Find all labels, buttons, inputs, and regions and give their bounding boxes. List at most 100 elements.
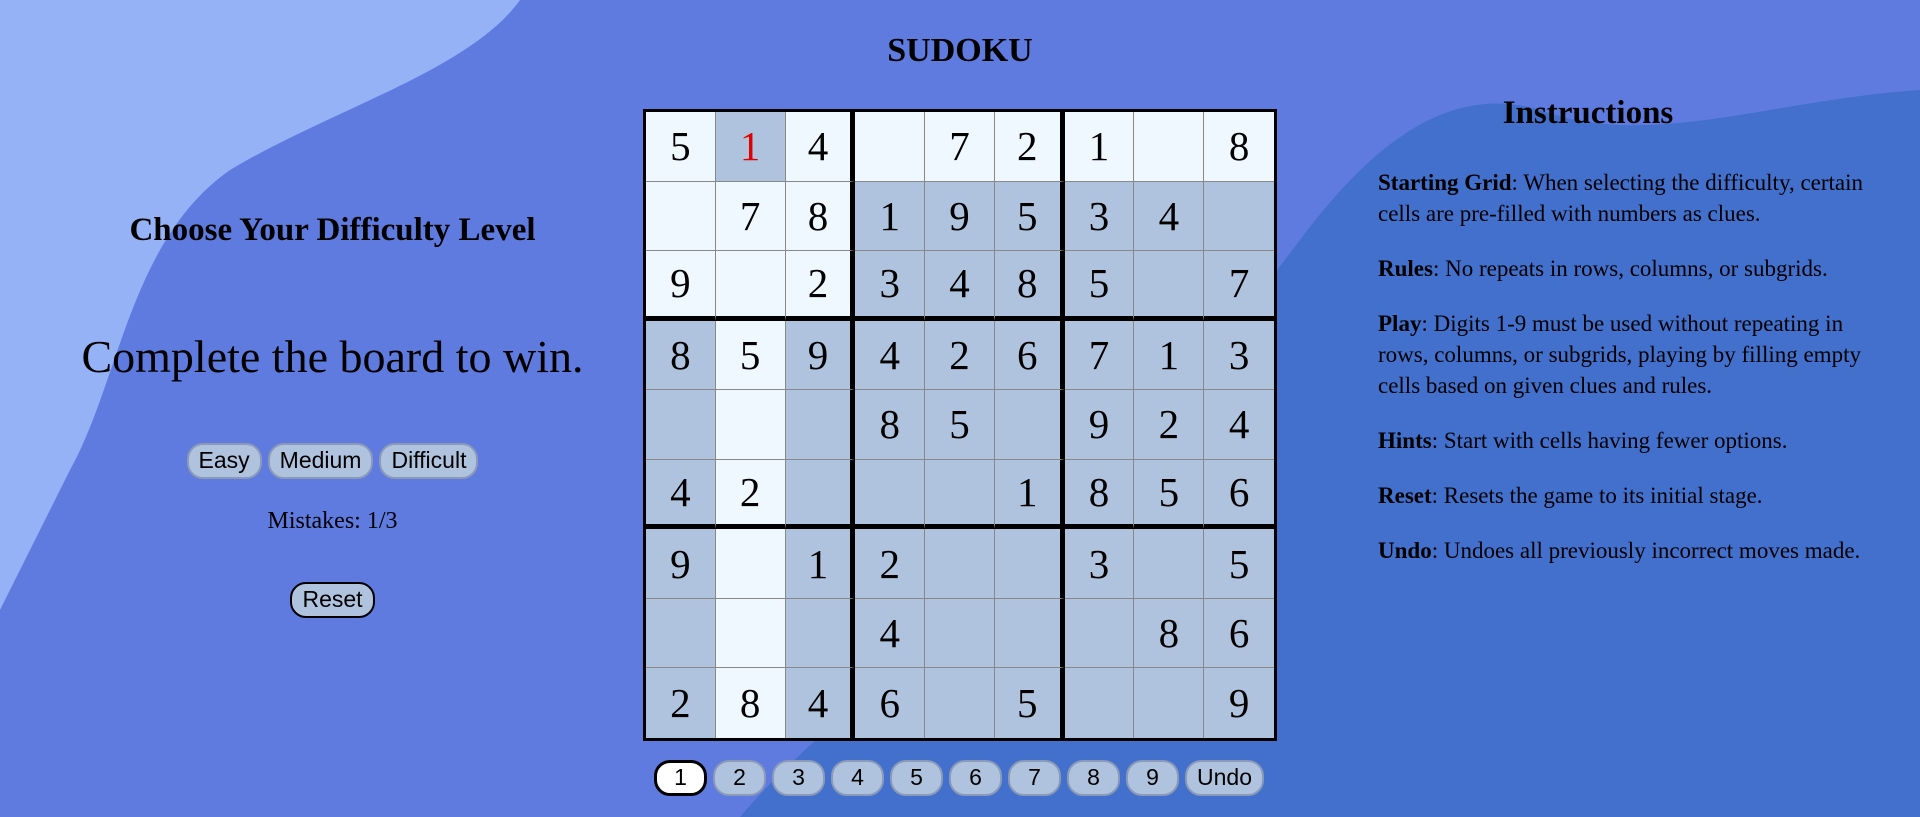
cell-r3c0[interactable]: 8 — [646, 320, 716, 391]
digit-3-button[interactable]: 3 — [772, 760, 825, 796]
cell-r2c3[interactable]: 3 — [855, 251, 926, 321]
cell-r7c6[interactable] — [1064, 598, 1135, 669]
cell-r6c6[interactable]: 3 — [1064, 529, 1135, 599]
cell-r8c4[interactable] — [925, 668, 995, 738]
cell-r1c0[interactable] — [646, 181, 716, 252]
cell-r4c1[interactable] — [715, 390, 786, 460]
cell-r3c4[interactable]: 2 — [925, 320, 995, 391]
instructions-panel: Instructions Starting Grid: When selecti… — [1378, 0, 1868, 817]
cell-r0c0[interactable]: 5 — [646, 112, 716, 182]
cell-r1c4[interactable]: 9 — [925, 181, 995, 252]
difficult-button[interactable]: Difficult — [379, 443, 479, 479]
cell-r3c1[interactable]: 5 — [715, 320, 786, 391]
cell-r7c1[interactable] — [715, 598, 786, 669]
cell-r3c3[interactable]: 4 — [855, 320, 926, 391]
cell-r6c0[interactable]: 9 — [646, 529, 716, 599]
cell-r7c5[interactable] — [994, 598, 1065, 669]
cell-r6c1[interactable] — [715, 529, 786, 599]
cell-r4c0[interactable] — [646, 390, 716, 460]
cell-r0c2[interactable]: 4 — [785, 112, 856, 182]
cell-r1c3[interactable]: 1 — [855, 181, 926, 252]
cell-r0c4[interactable]: 7 — [925, 112, 995, 182]
digit-7-button[interactable]: 7 — [1008, 760, 1061, 796]
cell-r7c4[interactable] — [925, 598, 995, 669]
medium-button[interactable]: Medium — [267, 443, 374, 479]
instructions-heading: Instructions — [1502, 95, 1674, 131]
cell-r0c7[interactable] — [1134, 112, 1205, 182]
cell-r4c7[interactable]: 2 — [1134, 390, 1205, 460]
cell-r6c8[interactable]: 5 — [1204, 529, 1274, 599]
cell-r3c2[interactable]: 9 — [785, 320, 856, 391]
reset-button[interactable]: Reset — [290, 582, 375, 618]
cell-r1c1[interactable]: 7 — [715, 181, 786, 252]
cell-r6c3[interactable]: 2 — [855, 529, 926, 599]
cell-r3c7[interactable]: 1 — [1134, 320, 1205, 391]
cell-r1c2[interactable]: 8 — [785, 181, 856, 252]
cell-r6c7[interactable] — [1134, 529, 1205, 599]
digit-1-button[interactable]: 1 — [654, 760, 707, 796]
cell-r5c4[interactable] — [925, 459, 995, 530]
cell-r5c2[interactable] — [785, 459, 856, 530]
cell-r2c1[interactable] — [715, 251, 786, 321]
cell-r0c3[interactable] — [855, 112, 926, 182]
cell-r4c6[interactable]: 9 — [1064, 390, 1135, 460]
easy-button[interactable]: Easy — [186, 443, 262, 479]
digit-4-button[interactable]: 4 — [831, 760, 884, 796]
instruction-hints: Hints: Start with cells having fewer opt… — [1378, 428, 1788, 453]
cell-r4c4[interactable]: 5 — [925, 390, 995, 460]
cell-r2c2[interactable]: 2 — [785, 251, 856, 321]
cell-r7c8[interactable]: 6 — [1204, 598, 1274, 669]
cell-r5c1[interactable]: 2 — [715, 459, 786, 530]
cell-r6c4[interactable] — [925, 529, 995, 599]
cell-r8c6[interactable] — [1064, 668, 1135, 738]
cell-r8c3[interactable]: 6 — [855, 668, 926, 738]
cell-r2c7[interactable] — [1134, 251, 1205, 321]
cell-r5c5[interactable]: 1 — [994, 459, 1065, 530]
cell-r8c8[interactable]: 9 — [1204, 668, 1274, 738]
cell-r0c6[interactable]: 1 — [1064, 112, 1135, 182]
cell-r5c7[interactable]: 5 — [1134, 459, 1205, 530]
cell-r2c5[interactable]: 8 — [994, 251, 1065, 321]
cell-r3c8[interactable]: 3 — [1204, 320, 1274, 391]
cell-r2c8[interactable]: 7 — [1204, 251, 1274, 321]
cell-r0c8[interactable]: 8 — [1204, 112, 1274, 182]
cell-r1c5[interactable]: 5 — [994, 181, 1065, 252]
digit-9-button[interactable]: 9 — [1126, 760, 1179, 796]
cell-r3c6[interactable]: 7 — [1064, 320, 1135, 391]
mistakes-counter: Mistakes: 1/3 — [267, 508, 398, 534]
cell-r5c0[interactable]: 4 — [646, 459, 716, 530]
cell-r4c5[interactable] — [994, 390, 1065, 460]
cell-r6c5[interactable] — [994, 529, 1065, 599]
digit-8-button[interactable]: 8 — [1067, 760, 1120, 796]
cell-r4c8[interactable]: 4 — [1204, 390, 1274, 460]
cell-r7c2[interactable] — [785, 598, 856, 669]
cell-r5c3[interactable] — [855, 459, 926, 530]
cell-r2c0[interactable]: 9 — [646, 251, 716, 321]
cell-r8c0[interactable]: 2 — [646, 668, 716, 738]
cell-r0c5[interactable]: 2 — [994, 112, 1065, 182]
cell-r4c2[interactable] — [785, 390, 856, 460]
cell-r8c1[interactable]: 8 — [715, 668, 786, 738]
cell-r8c7[interactable] — [1134, 668, 1205, 738]
cell-r8c5[interactable]: 5 — [994, 668, 1065, 738]
digit-6-button[interactable]: 6 — [949, 760, 1002, 796]
cell-r8c2[interactable]: 4 — [785, 668, 856, 738]
cell-r5c6[interactable]: 8 — [1064, 459, 1135, 530]
digit-5-button[interactable]: 5 — [890, 760, 943, 796]
cell-r0c1[interactable]: 1 — [715, 112, 786, 182]
cell-r1c8[interactable] — [1204, 181, 1274, 252]
cell-r5c8[interactable]: 6 — [1204, 459, 1274, 530]
cell-r3c5[interactable]: 6 — [994, 320, 1065, 391]
cell-r2c4[interactable]: 4 — [925, 251, 995, 321]
number-pad: 1 2 3 4 5 6 7 8 9 Undo — [654, 760, 1266, 796]
cell-r2c6[interactable]: 5 — [1064, 251, 1135, 321]
undo-button[interactable]: Undo — [1185, 760, 1264, 796]
cell-r6c2[interactable]: 1 — [785, 529, 856, 599]
cell-r7c3[interactable]: 4 — [855, 598, 926, 669]
cell-r7c7[interactable]: 8 — [1134, 598, 1205, 669]
cell-r4c3[interactable]: 8 — [855, 390, 926, 460]
cell-r1c6[interactable]: 3 — [1064, 181, 1135, 252]
cell-r7c0[interactable] — [646, 598, 716, 669]
digit-2-button[interactable]: 2 — [713, 760, 766, 796]
cell-r1c7[interactable]: 4 — [1134, 181, 1205, 252]
